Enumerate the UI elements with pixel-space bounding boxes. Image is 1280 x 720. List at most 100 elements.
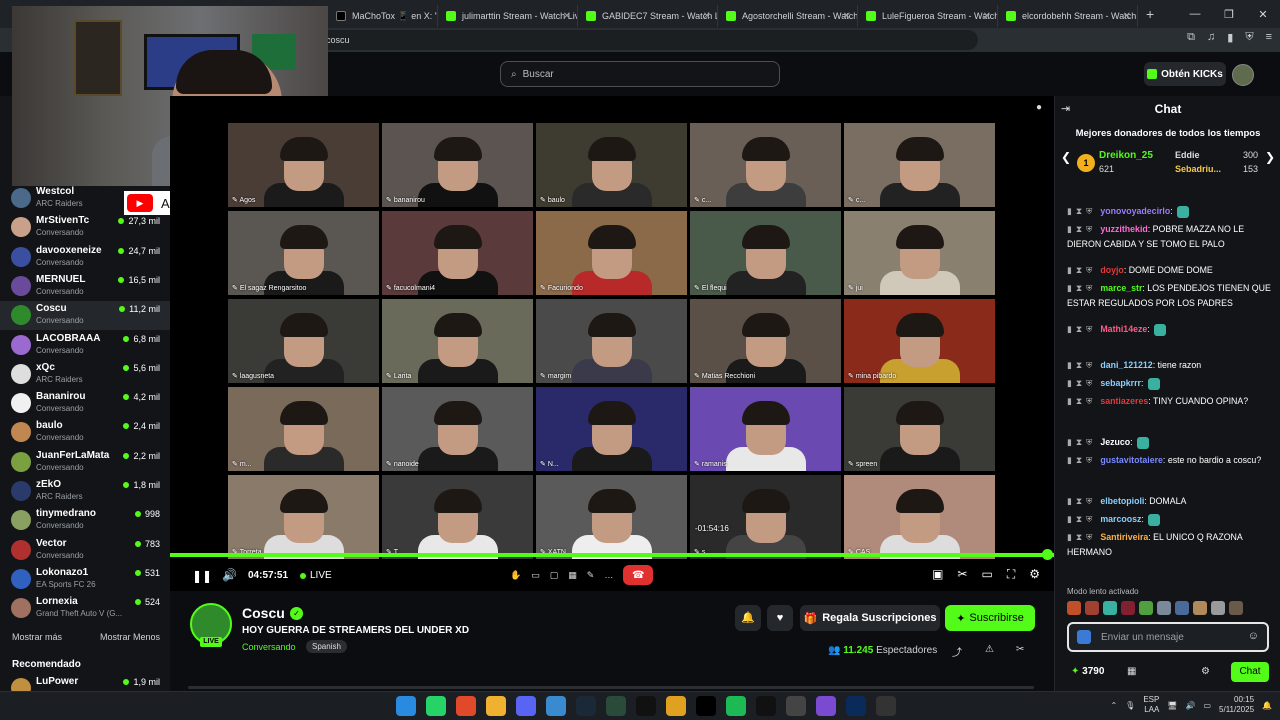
language-tag[interactable]: Spanish — [306, 640, 347, 653]
chat-username[interactable]: santiazeres — [1100, 396, 1148, 406]
clip-icon[interactable]: ✂ — [1016, 644, 1024, 655]
avatar[interactable] — [1232, 64, 1254, 86]
horizontal-scrollbar[interactable] — [188, 686, 1034, 689]
browser-tab-5[interactable]: LuleFigueroa Stream - Watch L ✕ — [858, 5, 998, 27]
close-icon[interactable]: ✕ — [983, 11, 991, 22]
obs-icon[interactable] — [786, 696, 806, 716]
clock[interactable]: 00:15 5/11/2025 — [1219, 695, 1254, 715]
sidebar-item-mernuel[interactable]: MERNUEL Conversando 16,5 mil — [0, 272, 170, 301]
menu-icon[interactable]: ≡ — [1266, 31, 1272, 44]
close-icon[interactable]: ✕ — [1123, 11, 1131, 22]
seek-bar[interactable] — [170, 553, 1054, 557]
chat-username[interactable]: elbetopioli — [1100, 496, 1144, 506]
emote-icon[interactable] — [1121, 601, 1135, 615]
show-less-button[interactable]: Mostrar Menos — [100, 632, 160, 642]
chevron-left-icon[interactable]: ❮ — [1061, 150, 1071, 164]
settings-icon[interactable]: ⚙ — [1029, 567, 1040, 582]
pause-icon[interactable]: ❚❚ — [192, 569, 212, 583]
get-kicks-button[interactable]: Obtén KICKs — [1144, 62, 1226, 86]
chat-username[interactable]: dani_121212 — [1100, 360, 1152, 370]
sidebar-item-lokonazo1[interactable]: Lokonazo1 EA Sports FC 26 531 — [0, 565, 170, 594]
tiktok-icon[interactable] — [756, 696, 776, 716]
maximize-icon[interactable]: ❐ — [1212, 8, 1246, 21]
chat-bubble-icon[interactable]: ● — [1036, 102, 1042, 113]
minimize-icon[interactable]: — — [1178, 8, 1212, 20]
follow-heart-button[interactable]: ♥ — [767, 605, 793, 631]
settings-icon[interactable]: ⚙ — [1201, 666, 1210, 677]
video-player[interactable]: ✎ Agos ✎ bananirou ✎ baulo ✎ c... ✎ c... ✎ El… — [170, 96, 1054, 591]
chat-username[interactable]: gustavitotaiere — [1100, 455, 1163, 465]
new-tab-icon[interactable]: + — [1146, 6, 1154, 22]
keyboard-layout[interactable]: ESP LAA — [1143, 695, 1159, 715]
chat-username[interactable]: marcoosz — [1100, 514, 1141, 524]
share-icon[interactable]: ⤴ — [952, 644, 962, 659]
brave-icon[interactable] — [456, 696, 476, 716]
app-icon[interactable] — [816, 696, 836, 716]
sidebar-item-bananirou[interactable]: Bananirou Conversando 4,2 mil — [0, 389, 170, 418]
sidebar-item-coscu[interactable]: Coscu Conversando 11,2 mil — [0, 301, 170, 331]
subscribe-button[interactable]: ✦ Suscribirse — [945, 605, 1035, 631]
calendar-icon[interactable]: ▦ — [1127, 666, 1136, 677]
app-icon[interactable] — [606, 696, 626, 716]
chat-username[interactable]: yuzzithekid — [1100, 224, 1147, 234]
channel-name[interactable]: Coscu — [242, 605, 285, 621]
notification-bell-button[interactable]: 🔔 — [735, 605, 761, 631]
emote-icon[interactable] — [1193, 601, 1207, 615]
chevron-right-icon[interactable]: ❯ — [1265, 150, 1275, 164]
emote-icon[interactable] — [1085, 601, 1099, 615]
chat-username[interactable]: sebapkrrr — [1100, 378, 1141, 388]
music-icon[interactable]: ♫ — [1207, 31, 1215, 44]
photoshop-icon[interactable] — [846, 696, 866, 716]
app-icon[interactable] — [666, 696, 686, 716]
close-window-icon[interactable]: ✕ — [1246, 8, 1280, 21]
tiktok-icon[interactable] — [636, 696, 656, 716]
network-icon[interactable]: 🖥 — [1167, 701, 1177, 710]
chat-username[interactable]: yonovoyadecirlo — [1100, 206, 1170, 216]
chat-username[interactable]: Jezuco — [1100, 437, 1130, 447]
pip-icon[interactable]: ▣ — [932, 567, 943, 582]
extension-icon[interactable]: ⧉ — [1187, 31, 1195, 44]
sidebar-item-zeko[interactable]: zEkO ARC Raiders 1,8 mil — [0, 477, 170, 506]
sidebar-item-baulo[interactable]: baulo Conversando 2,4 mil — [0, 418, 170, 447]
clip-icon[interactable]: ✂ — [957, 567, 967, 582]
browser-tab-3[interactable]: GABIDEC7 Stream - Watch Live✕ — [578, 5, 718, 27]
channel-points[interactable]: ✦ 3790 — [1071, 666, 1104, 677]
kick-emote-icon[interactable] — [1077, 630, 1091, 644]
url-field[interactable]: coscu — [318, 30, 978, 50]
sidebar-item-davooxeneize[interactable]: davooxeneize Conversando 24,7 mil — [0, 243, 170, 272]
folder-icon[interactable] — [486, 696, 506, 716]
emote-icon[interactable] — [1157, 601, 1171, 615]
discord-icon[interactable] — [516, 696, 536, 716]
sidebar-item-tinymedrano[interactable]: tinymedrano Conversando 998 — [0, 506, 170, 535]
close-icon[interactable]: ✕ — [703, 11, 711, 22]
emote-icon[interactable] — [1211, 601, 1225, 615]
report-icon[interactable]: ⚠ — [985, 644, 994, 655]
emote-icon[interactable] — [1103, 601, 1117, 615]
mic-icon[interactable]: 🎙 — [1125, 701, 1135, 710]
show-more-button[interactable]: Mostrar más — [12, 632, 62, 642]
chat-send-button[interactable]: Chat — [1231, 662, 1269, 682]
close-icon[interactable]: ✕ — [563, 11, 571, 22]
emote-icon[interactable] — [1067, 601, 1081, 615]
chat-username[interactable]: marce_str — [1100, 283, 1142, 293]
volume-icon[interactable]: 🔊 — [1186, 701, 1196, 710]
chat-username[interactable]: doyjo — [1100, 265, 1123, 275]
chevron-up-icon[interactable]: ⌃ — [1110, 701, 1117, 710]
chat-username[interactable]: Santiriveira — [1100, 532, 1148, 542]
stream-category[interactable]: Conversando — [242, 642, 296, 652]
emote-icon[interactable] — [1229, 601, 1243, 615]
sidebar-item-xqc[interactable]: xQc ARC Raiders 5,6 mil — [0, 360, 170, 389]
emote-icon[interactable] — [1175, 601, 1189, 615]
emote-icon[interactable] — [1139, 601, 1153, 615]
browser-tab-4[interactable]: Agostorchelli Stream - Watch L ✕ — [718, 5, 858, 27]
windows-start-icon[interactable] — [396, 696, 416, 716]
gift-subs-button[interactable]: 🎁 Regala Suscripciones — [800, 605, 940, 631]
notifications-icon[interactable]: 🔔 — [1262, 701, 1272, 710]
capcut-icon[interactable] — [696, 696, 716, 716]
volume-icon[interactable]: 🔊 — [222, 568, 237, 582]
app-icon[interactable] — [876, 696, 896, 716]
sidebar-icon[interactable]: ▮ — [1227, 31, 1233, 44]
browser-tab-2[interactable]: julimarttin Stream - Watch Live ✕ — [438, 5, 578, 27]
whatsapp-icon[interactable] — [426, 696, 446, 716]
shield-icon[interactable]: ⛨ — [1245, 31, 1253, 44]
